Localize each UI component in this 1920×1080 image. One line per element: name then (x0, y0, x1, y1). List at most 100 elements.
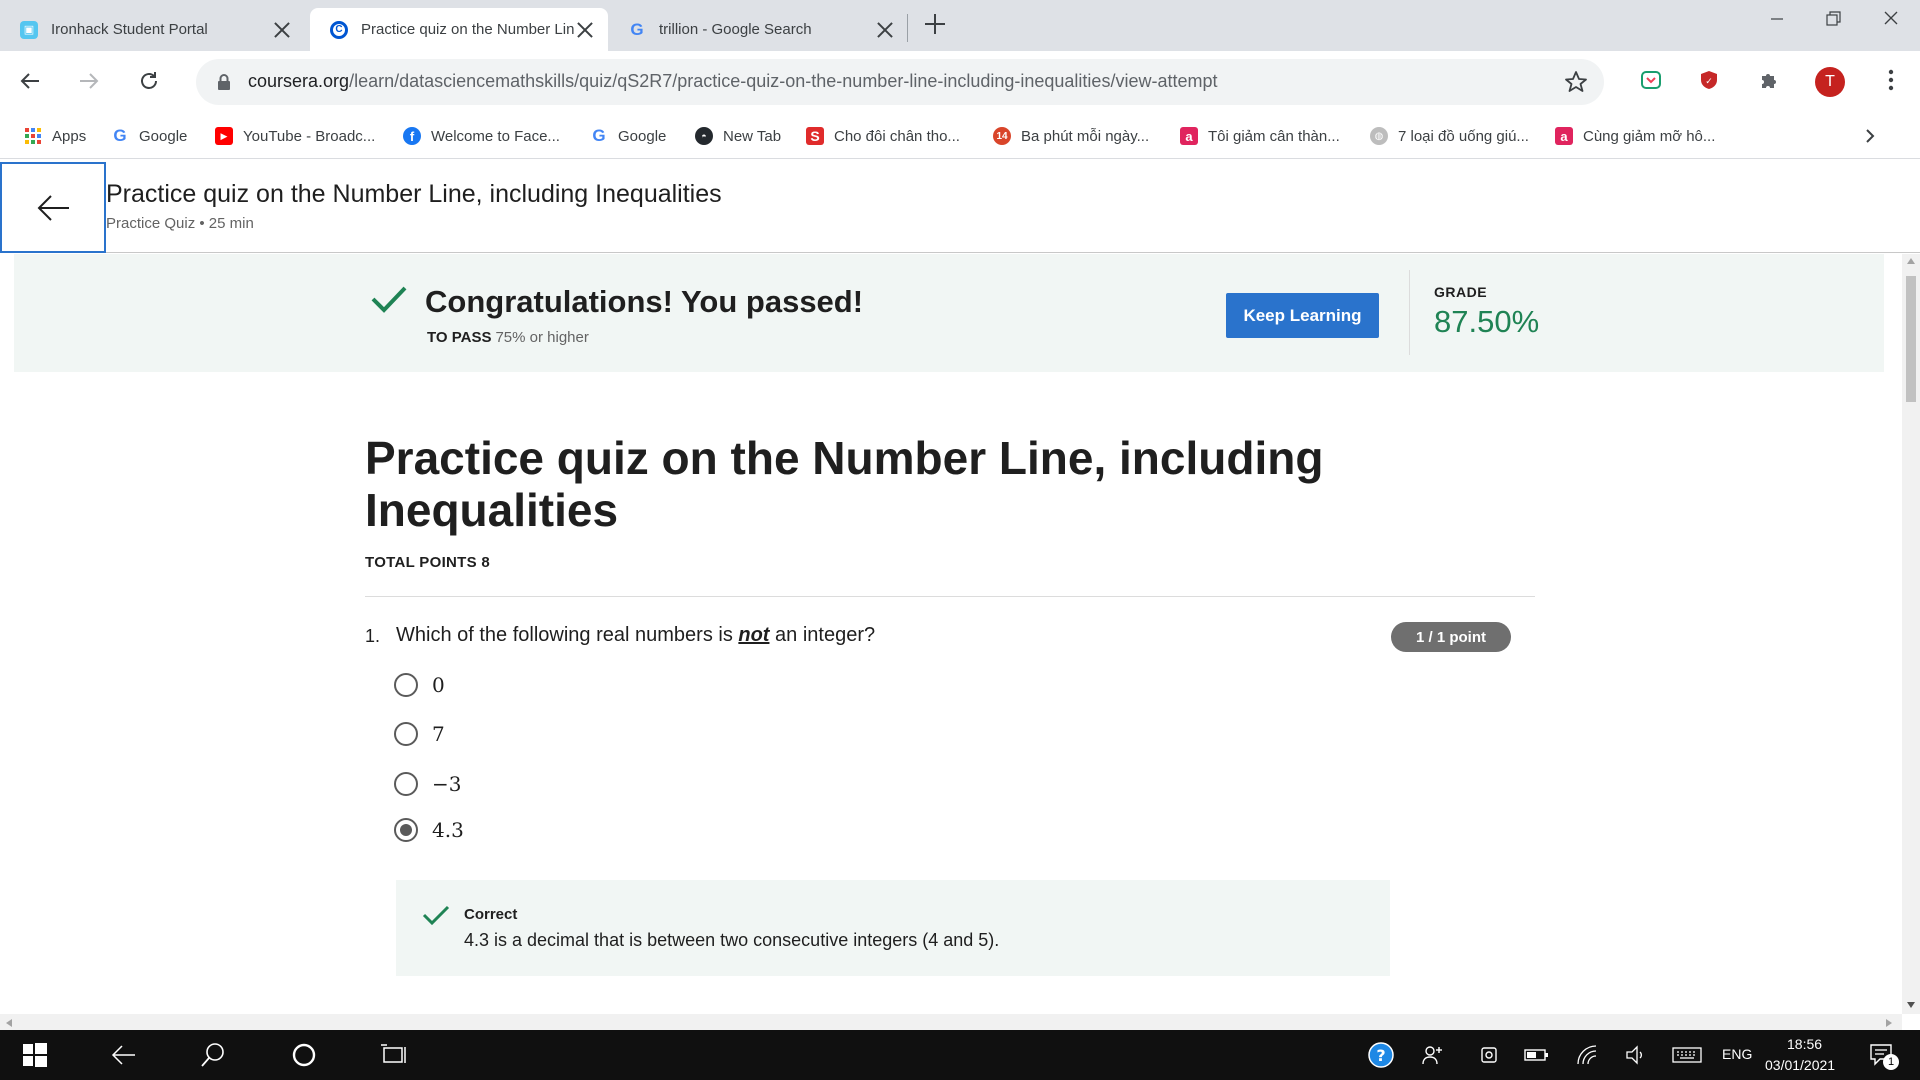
bookmark-new-tab[interactable]: ◓ New Tab (695, 123, 781, 149)
restore-icon (1826, 11, 1841, 26)
grade-label: GRADE (1434, 284, 1488, 300)
radio-button-selected[interactable] (394, 818, 418, 842)
back-to-course-button[interactable] (0, 162, 106, 253)
extensions-puzzle-icon[interactable] (1755, 65, 1785, 95)
meet-now-icon[interactable] (1474, 1040, 1504, 1070)
notifications-icon[interactable]: 1 (1866, 1040, 1899, 1070)
keyboard-icon[interactable] (1672, 1040, 1702, 1070)
back-button[interactable] (12, 63, 48, 99)
question-points-badge: 1 / 1 point (1391, 622, 1511, 652)
horizontal-scrollbar[interactable] (0, 1014, 1902, 1030)
tab-practice-quiz[interactable]: C Practice quiz on the Number Line, incl… (310, 8, 608, 51)
google-icon: G (113, 126, 127, 145)
browser-tab-strip: ▣ Ironhack Student Portal C Practice qui… (0, 0, 1920, 51)
answer-option[interactable]: 7 (394, 719, 445, 749)
keep-learning-button[interactable]: Keep Learning (1226, 293, 1379, 338)
option-label: 4.3 (432, 818, 464, 842)
clock-date[interactable]: 03/01/2021 (1765, 1057, 1835, 1073)
bookmark-label: Google (139, 127, 188, 145)
bookmark-google-2[interactable]: G Google (590, 123, 666, 149)
close-tab-icon[interactable] (574, 19, 596, 41)
windows-taskbar: ? ENG 18:56 03/01/2021 1 (0, 1030, 1920, 1080)
cortana-circle-icon[interactable] (289, 1040, 319, 1070)
ironhack-favicon-icon: ▣ (20, 20, 38, 39)
input-language[interactable]: ENG (1722, 1046, 1752, 1062)
restore-button[interactable] (1818, 8, 1848, 30)
pass-message: Congratulations! You passed! (425, 284, 864, 319)
option-label: 0 (432, 673, 445, 697)
bookmark-label: Tôi giảm cân thàn... (1208, 127, 1340, 145)
url-text: coursera.org/learn/datasciencemathskills… (248, 71, 1218, 91)
minimize-button[interactable] (1762, 8, 1792, 30)
bookmark-cho-doi[interactable]: S Cho đôi chân thо... (806, 123, 960, 149)
arrow-right-icon (80, 73, 99, 89)
bookmark-toi-giam[interactable]: a Tôi giảm cân thàn... (1180, 123, 1340, 149)
tab-label: trillion - Google Search (659, 21, 812, 38)
radio-button[interactable] (394, 673, 418, 697)
close-window-icon (1884, 11, 1898, 25)
bookmark-label: Google (618, 127, 667, 145)
help-icon[interactable]: ? (1366, 1040, 1396, 1070)
chrome-menu-icon[interactable] (1876, 65, 1906, 95)
answer-feedback: Correct 4.3 is a decimal that is between… (396, 880, 1390, 976)
new-tab-button[interactable] (923, 12, 947, 36)
bookmark-cung-giam[interactable]: a Cùng giảm mỡ hô... (1555, 123, 1715, 149)
bookmark-apps[interactable]: Apps (24, 123, 86, 149)
windows-start-icon[interactable] (20, 1040, 50, 1070)
shield-extension-icon[interactable]: ✓ (1694, 65, 1724, 95)
bookmark-star-icon[interactable] (1564, 70, 1588, 94)
search-icon[interactable] (198, 1040, 228, 1070)
answer-option[interactable]: −3 (394, 769, 461, 799)
back-arrow-icon[interactable] (108, 1040, 138, 1070)
task-view-icon[interactable] (380, 1040, 410, 1070)
bookmark-label: YouTube - Broadc... (243, 127, 376, 145)
clock-time[interactable]: 18:56 (1787, 1036, 1822, 1052)
question-number: 1. (365, 626, 381, 646)
divider (1409, 270, 1410, 355)
volume-icon[interactable] (1622, 1040, 1652, 1070)
close-tab-icon[interactable] (874, 19, 896, 41)
tab-separator (907, 14, 908, 42)
a-icon: a (1555, 127, 1573, 145)
coursera-favicon-icon: C (330, 20, 348, 39)
profile-avatar[interactable]: T (1815, 67, 1845, 97)
bookmark-google[interactable]: G Google (111, 123, 187, 149)
pocket-extension-icon[interactable] (1636, 65, 1666, 95)
course-item-header: Practice quiz on the Number Line, includ… (0, 160, 1920, 253)
scrollbar-thumb[interactable] (1906, 276, 1916, 402)
close-tab-icon[interactable] (271, 19, 293, 41)
radio-button[interactable] (394, 772, 418, 796)
forward-button[interactable] (71, 63, 107, 99)
radio-button[interactable] (394, 722, 418, 746)
answer-option-selected[interactable]: 4.3 (394, 815, 464, 845)
bookmarks-overflow-button[interactable] (1862, 123, 1878, 149)
tab-ironhack[interactable]: ▣ Ironhack Student Portal (0, 8, 305, 51)
option-label: −3 (432, 772, 462, 796)
facebook-icon: f (403, 127, 421, 145)
close-window-button[interactable] (1876, 8, 1906, 30)
bookmark-label: Ba phút mỗi ngày... (1021, 127, 1150, 145)
vertical-scrollbar[interactable] (1902, 254, 1920, 1014)
people-icon[interactable] (1418, 1040, 1448, 1070)
wifi-icon[interactable] (1573, 1040, 1603, 1070)
bookmark-7-loai[interactable]: ◍ 7 loại đồ uống giú... (1370, 123, 1529, 149)
answer-option[interactable]: 0 (394, 670, 445, 700)
tab-google-search[interactable]: G trillion - Google Search (608, 8, 908, 51)
address-bar[interactable]: coursera.org/learn/datasciencemathskills… (196, 59, 1604, 105)
bookmark-label: Apps (52, 127, 87, 145)
google-icon: G (592, 126, 606, 145)
reload-button[interactable] (131, 63, 167, 99)
bookmark-youtube[interactable]: ▶ YouTube - Broadc... (215, 123, 375, 149)
checkmark-icon (371, 286, 407, 313)
course-item-title: Practice quiz on the Number Line, includ… (106, 180, 722, 208)
feedback-explanation: 4.3 is a decimal that is between two con… (464, 930, 1000, 950)
question-text: Which of the following real numbers is n… (396, 624, 876, 646)
bookmark-ba-phut[interactable]: 14 Ba phút mỗi ngày... (993, 123, 1149, 149)
browser-toolbar: coursera.org/learn/datasciencemathskills… (0, 51, 1920, 113)
pass-banner: Congratulations! You passed! TO PASS 75% … (14, 254, 1884, 372)
grade-value: 87.50% (1434, 304, 1540, 339)
bookmark-facebook[interactable]: f Welcome to Face... (403, 123, 560, 149)
youtube-icon: ▶ (215, 127, 233, 145)
lock-icon (218, 74, 230, 90)
globe-icon: ◍ (1370, 127, 1388, 145)
